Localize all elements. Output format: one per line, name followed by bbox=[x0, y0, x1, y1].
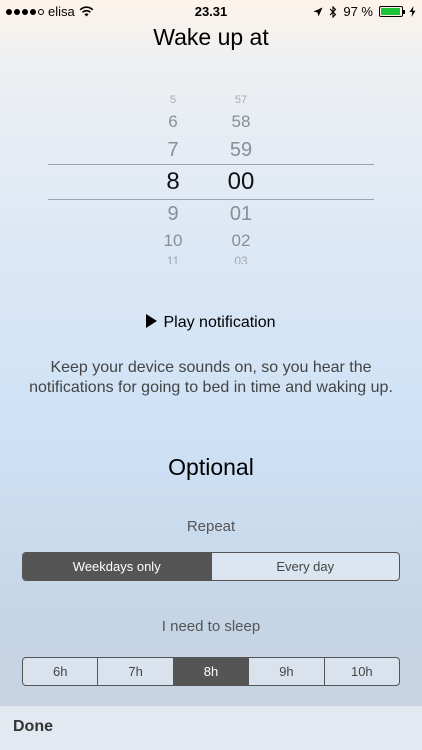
battery-level bbox=[381, 8, 401, 15]
repeat-option-weekdays[interactable]: Weekdays only bbox=[23, 553, 211, 580]
time-picker[interactable]: 5 6 7 8 9 10 11 57 58 59 00 01 02 03 bbox=[48, 88, 374, 272]
picker-hour-item[interactable]: 10 bbox=[143, 231, 203, 251]
picker-minute-item[interactable]: 57 bbox=[211, 94, 271, 106]
battery-icon bbox=[379, 6, 405, 17]
sleep-duration-label: I need to sleep bbox=[161, 618, 261, 635]
battery-percent: 97 % bbox=[343, 4, 373, 19]
picker-hour-item[interactable]: 11 bbox=[143, 254, 203, 264]
sleep-option-9h[interactable]: 9h bbox=[248, 658, 323, 685]
play-notification-label: Play notification bbox=[163, 314, 276, 331]
sleep-duration-segmented-control[interactable]: 6h 7h 8h 9h 10h bbox=[22, 657, 400, 686]
picker-top-line bbox=[48, 164, 374, 165]
picker-minute-item[interactable]: 58 bbox=[211, 112, 271, 132]
status-right: 97 % bbox=[313, 4, 416, 19]
bottom-toolbar: Done bbox=[0, 705, 422, 750]
repeat-label: Repeat bbox=[186, 518, 236, 535]
sleep-option-8h[interactable]: 8h bbox=[172, 658, 249, 685]
charging-bolt-icon bbox=[409, 6, 416, 17]
picker-minute-item[interactable]: 01 bbox=[211, 203, 271, 226]
picker-minute-selected[interactable]: 00 bbox=[211, 168, 271, 196]
repeat-option-every-day[interactable]: Every day bbox=[210, 553, 400, 580]
repeat-segmented-control[interactable]: Weekdays only Every day bbox=[22, 552, 400, 581]
picker-minute-item[interactable]: 03 bbox=[211, 254, 271, 264]
done-button[interactable]: Done bbox=[13, 718, 53, 736]
optional-heading: Optional bbox=[168, 454, 254, 480]
page-title: Wake up at bbox=[153, 24, 269, 50]
bluetooth-icon bbox=[329, 5, 337, 18]
play-notification-button[interactable]: Play notification bbox=[0, 314, 422, 332]
status-bar: elisa 23.31 97 % bbox=[0, 0, 422, 22]
location-arrow-icon bbox=[313, 7, 323, 16]
picker-hour-selected[interactable]: 8 bbox=[143, 168, 203, 196]
sounds-info-text: Keep your device sounds on, so you hear … bbox=[29, 359, 393, 396]
picker-hour-item[interactable]: 6 bbox=[143, 112, 203, 132]
picker-hour-item[interactable]: 9 bbox=[143, 203, 203, 226]
sleep-option-6h[interactable]: 6h bbox=[23, 658, 97, 685]
picker-hour-item[interactable]: 7 bbox=[143, 139, 203, 162]
picker-minute-item[interactable]: 59 bbox=[211, 139, 271, 162]
picker-bottom-line bbox=[48, 199, 374, 200]
picker-minute-item[interactable]: 02 bbox=[211, 231, 271, 251]
sleep-option-10h[interactable]: 10h bbox=[323, 658, 399, 685]
play-icon bbox=[146, 314, 158, 328]
sleep-option-7h[interactable]: 7h bbox=[97, 658, 172, 685]
picker-hour-item[interactable]: 5 bbox=[143, 94, 203, 106]
